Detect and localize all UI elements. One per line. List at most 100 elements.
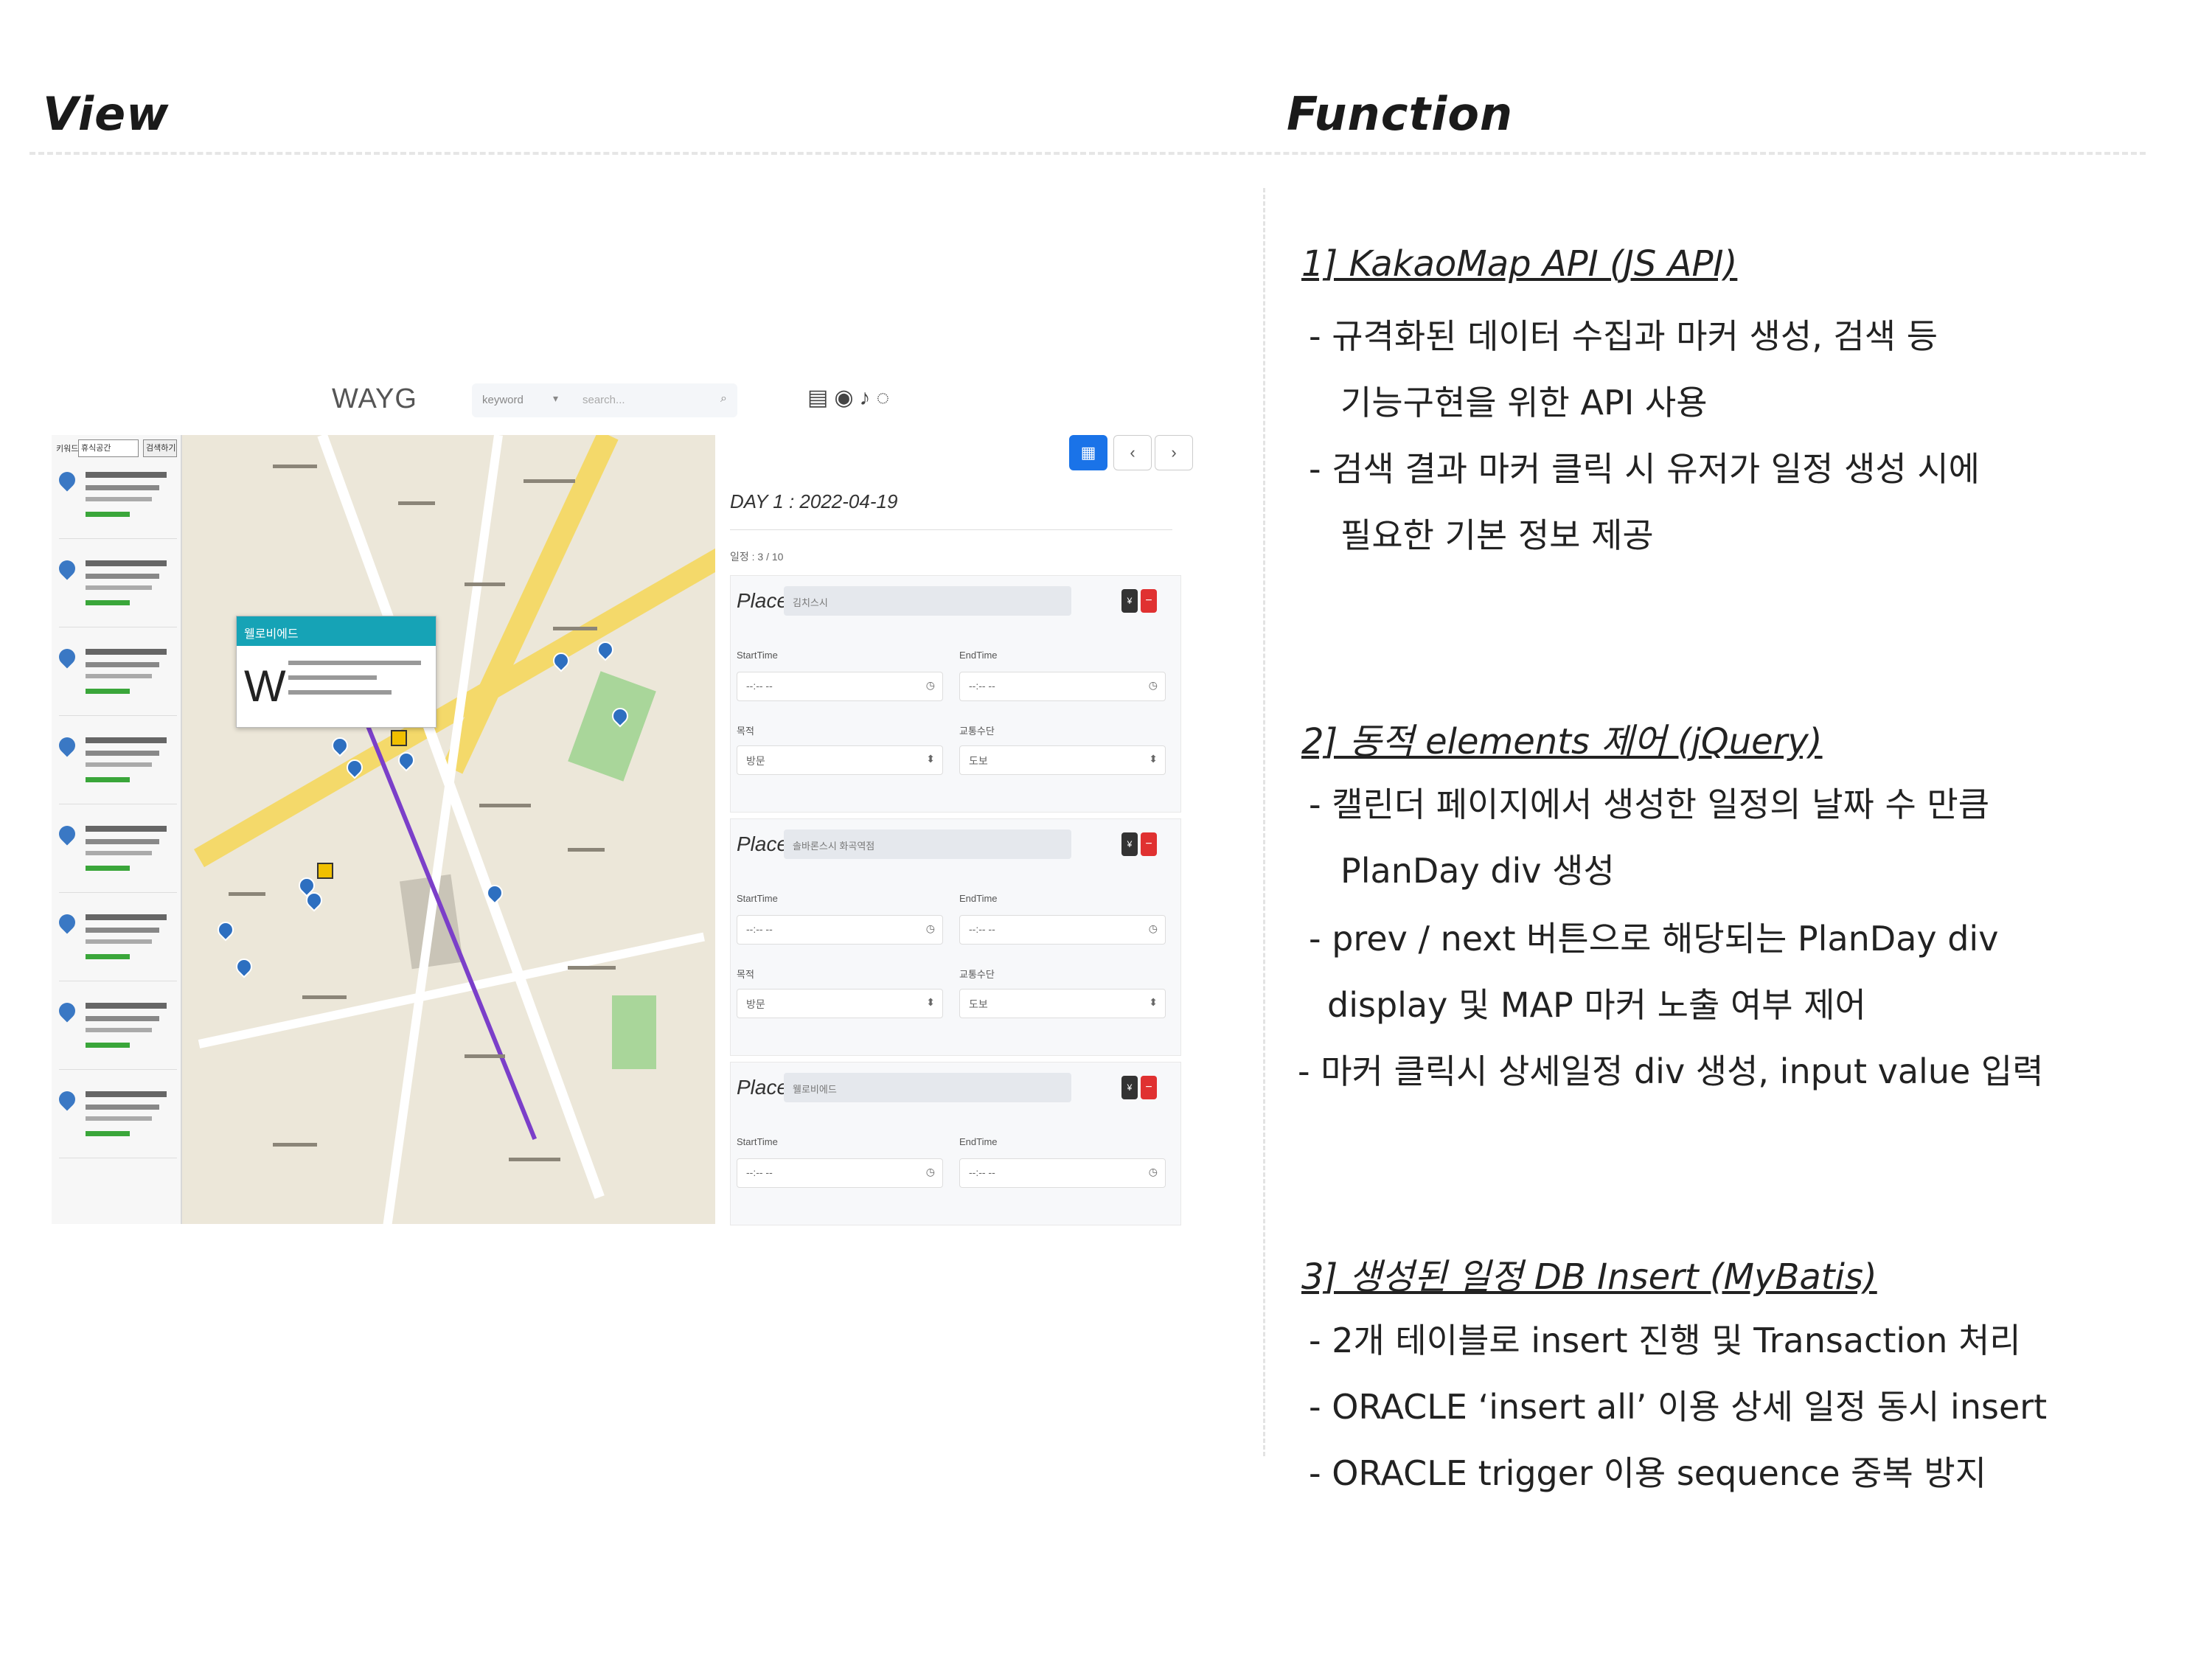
section-title-kakaomap: 1] KakaoMap API (JS API) [1301, 243, 1737, 285]
end-time-input[interactable]: --:-- -- ◷ [959, 1158, 1166, 1188]
prev-button[interactable]: ‹ [1113, 435, 1152, 470]
clock-icon[interactable]: ◷ [1149, 679, 1158, 692]
clock-icon[interactable]: ◷ [926, 679, 935, 692]
end-label: EndTime [959, 1136, 998, 1147]
view-heading-text: View [43, 87, 170, 141]
start-label: StartTime [737, 893, 778, 904]
list-item[interactable] [55, 730, 177, 804]
delete-button[interactable]: − [1141, 1076, 1157, 1099]
clock-icon[interactable]: ◷ [1149, 1166, 1158, 1178]
selected-marker[interactable] [391, 730, 407, 746]
clock-icon[interactable]: ◷ [926, 1166, 935, 1178]
park-area [612, 995, 656, 1069]
map-label [229, 892, 265, 896]
delete-button[interactable]: − [1141, 832, 1157, 856]
infowindow-title: 웰로비에드 [237, 616, 436, 646]
list-item[interactable] [55, 1084, 177, 1158]
list-icon[interactable]: ▤ [807, 386, 834, 410]
search-input[interactable]: search... [582, 394, 625, 406]
list-item[interactable] [55, 465, 177, 539]
brand-logo[interactable]: WAYG [332, 383, 417, 415]
search-category[interactable]: keyword [482, 394, 524, 406]
map-label [553, 627, 597, 630]
select-arrow-icon: ⬍ [1149, 753, 1158, 765]
view-heading: View [43, 87, 169, 141]
end-time-input[interactable]: --:-- -- ◷ [959, 915, 1166, 945]
function-line: - 검색 결과 마커 클릭 시 유저가 일정 생성 시에 [1309, 449, 1980, 489]
marker-icon [55, 822, 79, 846]
chat-icon[interactable]: ◌ [877, 386, 896, 410]
marker-icon [55, 645, 79, 669]
map-marker[interactable] [328, 734, 352, 757]
map-marker[interactable] [594, 638, 617, 661]
map-label [465, 1054, 505, 1058]
map-infowindow[interactable]: 웰로비에드 W [236, 616, 437, 728]
start-label: StartTime [737, 650, 778, 661]
selected-marker[interactable] [317, 863, 333, 879]
calendar-button[interactable]: ▦ [1069, 435, 1107, 470]
top-divider [29, 152, 2146, 155]
next-button[interactable]: › [1155, 435, 1193, 470]
clock-icon[interactable]: ◷ [1149, 922, 1158, 935]
list-item[interactable] [55, 907, 177, 981]
start-label: StartTime [737, 1136, 778, 1147]
place-input[interactable]: 솔바론스시 화곡역점 [784, 830, 1071, 859]
purpose-label: 목적 [737, 969, 754, 980]
place-card: Place 웰로비에드 ¥ − StartTime EndTime --:-- … [730, 1062, 1181, 1225]
list-search-button[interactable]: 검색하기 [143, 439, 177, 457]
end-time-input[interactable]: --:-- -- ◷ [959, 672, 1166, 701]
side-road [380, 435, 503, 1224]
function-line: - prev / next 버튼으로 해당되는 PlanDay div [1309, 919, 1999, 959]
purpose-select[interactable]: 방문 ⬍ [737, 745, 943, 775]
clock-icon[interactable]: ◷ [926, 922, 935, 935]
map-label [568, 966, 616, 970]
function-line: - ORACLE ‘insert all’ 이용 상세 일정 동시 insert [1309, 1387, 2048, 1427]
list-item[interactable] [55, 641, 177, 716]
collapse-button[interactable]: ¥ [1121, 1076, 1138, 1099]
transport-select[interactable]: 도보 ⬍ [959, 989, 1166, 1018]
top-icons: ▤◉♪◌ [807, 385, 895, 411]
end-label: EndTime [959, 650, 998, 661]
start-time-input[interactable]: --:-- -- ◷ [737, 1158, 943, 1188]
function-line: PlanDay div 생성 [1340, 851, 1615, 891]
function-line: 기능구현을 위한 API 사용 [1340, 383, 1708, 422]
collapse-button[interactable]: ¥ [1121, 832, 1138, 856]
collapse-button[interactable]: ¥ [1121, 589, 1138, 613]
search-bar[interactable]: keyword ▾ search... ⌕ [472, 383, 737, 417]
app-screenshot: WAYG keyword ▾ search... ⌕ ▤◉♪◌ 키워드 휴식공간… [52, 361, 1194, 1225]
purpose-select[interactable]: 방문 ⬍ [737, 989, 943, 1018]
user-icon[interactable]: ◉ [834, 386, 859, 410]
caret-down-icon[interactable]: ▾ [553, 392, 558, 405]
transport-select[interactable]: 도보 ⬍ [959, 745, 1166, 775]
day-title: DAY 1 : 2022-04-19 [730, 490, 898, 512]
function-line: - 2개 테이블로 insert 진행 및 Transaction 처리 [1309, 1321, 2021, 1360]
schedule-count: 일정 : 3 / 10 [730, 551, 784, 563]
map-marker[interactable] [232, 955, 256, 978]
start-time-value: --:-- -- [746, 680, 773, 692]
purpose-value: 방문 [746, 998, 765, 1010]
search-icon[interactable]: ⌕ [720, 392, 727, 406]
map-label [479, 804, 531, 807]
delete-button[interactable]: − [1141, 589, 1157, 613]
function-line: - 규격화된 데이터 수집과 마커 생성, 검색 등 [1309, 316, 1938, 356]
plan-day-panel: ▦ ‹ › DAY 1 : 2022-04-19 일정 : 3 / 10 Pla… [730, 435, 1193, 1225]
end-time-value: --:-- -- [969, 1166, 995, 1178]
list-item[interactable] [55, 553, 177, 627]
function-line: - 마커 클릭시 상세일정 div 생성, input value 입력 [1298, 1051, 2044, 1091]
map-label [509, 1158, 560, 1161]
place-label: Place [737, 832, 789, 855]
marker-icon [55, 468, 79, 492]
list-item[interactable] [55, 995, 177, 1070]
map-label [568, 848, 605, 852]
place-input[interactable]: 웰로비에드 [784, 1073, 1071, 1102]
list-search-input[interactable]: 휴식공간 [78, 439, 139, 457]
search-result-list[interactable]: 키워드 휴식공간 검색하기 [52, 435, 182, 1224]
start-time-input[interactable]: --:-- -- ◷ [737, 915, 943, 945]
bell-icon[interactable]: ♪ [860, 386, 877, 410]
list-item[interactable] [55, 818, 177, 893]
marker-icon [55, 1088, 79, 1111]
select-arrow-icon: ⬍ [926, 753, 935, 765]
place-input[interactable]: 김치스시 [784, 586, 1071, 616]
map-marker[interactable] [214, 918, 237, 942]
start-time-input[interactable]: --:-- -- ◷ [737, 672, 943, 701]
